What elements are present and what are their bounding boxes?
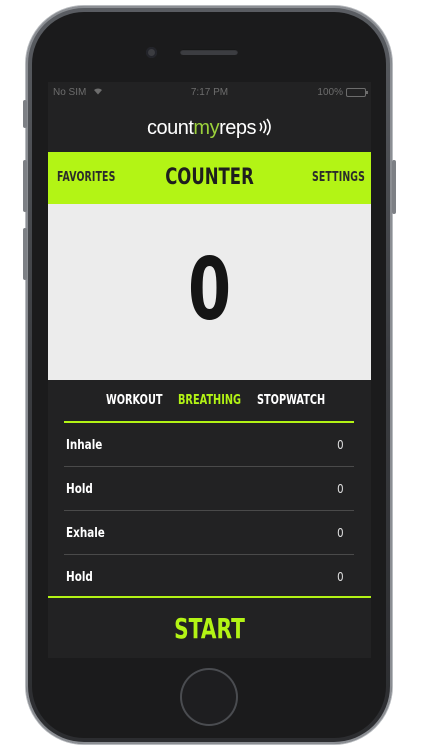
tab-workout[interactable]: WORKOUT (106, 393, 163, 408)
row-value: 0 (337, 482, 344, 496)
list-item-exhale[interactable]: Exhale 0 (64, 511, 354, 555)
tab-stopwatch[interactable]: STOPWATCH (257, 393, 325, 408)
tab-breathing[interactable]: BREATHING (178, 393, 241, 408)
power-button (392, 160, 396, 214)
volume-up-button (23, 160, 27, 212)
nav-bar: FAVORITES COUNTER SETTINGS (48, 152, 371, 204)
status-right: 100% (317, 87, 368, 98)
logo-header: count my reps (48, 104, 371, 152)
logo-text-count: count (146, 116, 194, 139)
app-screen: No SIM 7:17 PM 100% count my reps FAVORITE… (48, 82, 371, 658)
row-label: Inhale (66, 438, 103, 453)
logo-text-my: my (193, 116, 220, 139)
row-value: 0 (337, 526, 344, 540)
row-label: Hold (66, 570, 93, 585)
breathing-list: Inhale 0 Hold 0 Exhale 0 Hold 0 (64, 423, 354, 599)
app-logo: count my reps (147, 117, 272, 140)
row-value: 0 (337, 570, 344, 584)
list-item-hold-2[interactable]: Hold 0 (64, 555, 354, 599)
row-label: Exhale (66, 526, 105, 541)
front-camera (146, 47, 157, 58)
home-button[interactable] (180, 668, 238, 726)
battery-icon (346, 88, 368, 97)
battery-percent: 100% (317, 87, 343, 98)
start-label: START (174, 611, 245, 645)
mute-switch (23, 100, 27, 128)
earpiece-speaker (180, 49, 238, 55)
row-value: 0 (337, 438, 344, 452)
status-bar: No SIM 7:17 PM 100% (48, 82, 371, 104)
sound-waves-icon (258, 118, 272, 139)
logo-text-reps: reps (219, 116, 256, 139)
settings-button[interactable]: SETTINGS (312, 170, 365, 185)
list-item-inhale[interactable]: Inhale 0 (64, 423, 354, 467)
counter-display[interactable]: 0 (48, 204, 371, 380)
page-title: COUNTER (165, 165, 254, 190)
row-label: Hold (66, 482, 93, 497)
counter-value: 0 (187, 240, 232, 340)
volume-down-button (23, 228, 27, 280)
mode-tabs: WORKOUT BREATHING STOPWATCH (48, 380, 371, 422)
start-button[interactable]: START (48, 598, 371, 658)
list-item-hold-1[interactable]: Hold 0 (64, 467, 354, 511)
